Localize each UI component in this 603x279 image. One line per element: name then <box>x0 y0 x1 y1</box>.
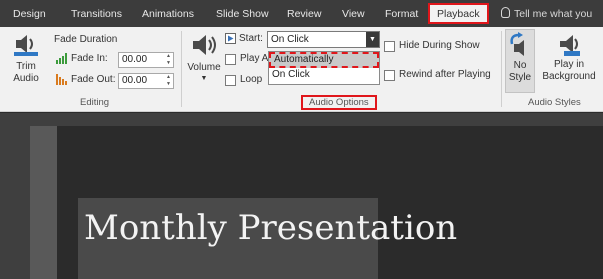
start-dropdown[interactable]: On Click ▼ <box>267 31 380 48</box>
fade-duration-label: Fade Duration <box>54 34 118 45</box>
chevron-down-icon[interactable]: ▼ <box>366 32 379 47</box>
no-style-label-1: No <box>513 60 527 71</box>
trim-audio-icon <box>14 35 38 56</box>
speaker-icon <box>193 35 216 55</box>
group-label-audio-options: Audio Options <box>301 95 377 110</box>
tab-playback[interactable]: Playback <box>428 3 489 24</box>
play-across-slides-label: Play A <box>240 53 269 64</box>
group-separator <box>181 31 182 107</box>
menu-item-automatically[interactable]: Automatically <box>269 52 379 68</box>
group-label-audio-styles: Audio Styles <box>528 97 581 108</box>
start-play-icon <box>225 33 236 44</box>
menu-item-on-click[interactable]: On Click <box>269 68 379 84</box>
trim-audio-label-2: Audio <box>13 73 39 84</box>
slide-title[interactable]: Monthly Presentation <box>84 208 457 248</box>
start-dropdown-menu: Automatically On Click <box>268 51 380 85</box>
no-style-label-2: Style <box>508 72 532 83</box>
tell-me-search[interactable]: Tell me what you <box>501 5 592 23</box>
tab-animations[interactable]: Animations <box>142 5 194 23</box>
tab-design[interactable]: Design <box>13 5 46 23</box>
tab-transitions[interactable]: Transitions <box>71 5 122 23</box>
loop-checkbox[interactable] <box>225 75 236 86</box>
play-in-background-icon <box>560 35 580 56</box>
fade-out-icon <box>56 74 67 85</box>
spinner-arrows-icon[interactable]: ▲ ▼ <box>165 53 172 67</box>
loop-label: Loop <box>240 74 263 85</box>
fade-in-label: Fade In: <box>71 53 108 64</box>
fade-out-spinner[interactable]: 00.00 ▲ ▼ <box>118 73 174 89</box>
chevron-down-icon: ▼ <box>200 75 208 82</box>
hide-during-show-label: Hide During Show <box>399 40 480 51</box>
start-dropdown-value: On Click <box>271 34 309 45</box>
fade-in-icon <box>56 53 67 64</box>
fade-in-spinner[interactable]: 00.00 ▲ ▼ <box>118 52 174 68</box>
play-in-background-label-2: Background <box>542 71 596 82</box>
fade-out-label: Fade Out: <box>71 74 116 85</box>
hide-during-show-checkbox[interactable] <box>384 41 395 52</box>
trim-audio-button[interactable]: Trim Audio <box>6 31 46 93</box>
tab-format[interactable]: Format <box>385 5 418 23</box>
fade-in-value: 00.00 <box>122 54 148 65</box>
rewind-after-playing-checkbox[interactable] <box>384 70 395 81</box>
tab-review[interactable]: Review <box>287 5 321 23</box>
trim-audio-label-1: Trim <box>16 61 36 72</box>
tab-slide-show[interactable]: Slide Show <box>216 5 269 23</box>
tell-me-text: Tell me what you <box>514 8 593 20</box>
volume-button[interactable]: Volume ▼ <box>185 31 223 93</box>
volume-label: Volume <box>187 62 221 73</box>
ribbon-tab-bar: Design Transitions Animations Slide Show… <box>0 0 603 27</box>
play-in-background-button[interactable]: Play in Background <box>538 29 600 93</box>
spinner-arrows-icon[interactable]: ▲ ▼ <box>165 74 172 88</box>
tab-view[interactable]: View <box>342 5 365 23</box>
group-separator <box>501 31 502 107</box>
slide-left-edge <box>30 126 57 279</box>
no-style-icon <box>510 32 524 56</box>
play-across-slides-checkbox[interactable] <box>225 54 236 65</box>
rewind-after-playing-label: Rewind after Playing <box>399 69 491 80</box>
fade-out-value: 00.00 <box>122 75 148 86</box>
start-label: Start: <box>239 33 263 44</box>
group-label-editing: Editing <box>80 97 110 108</box>
play-in-background-label-1: Play in <box>553 59 584 70</box>
no-style-button[interactable]: No Style <box>505 29 535 93</box>
lightbulb-icon <box>501 7 510 18</box>
